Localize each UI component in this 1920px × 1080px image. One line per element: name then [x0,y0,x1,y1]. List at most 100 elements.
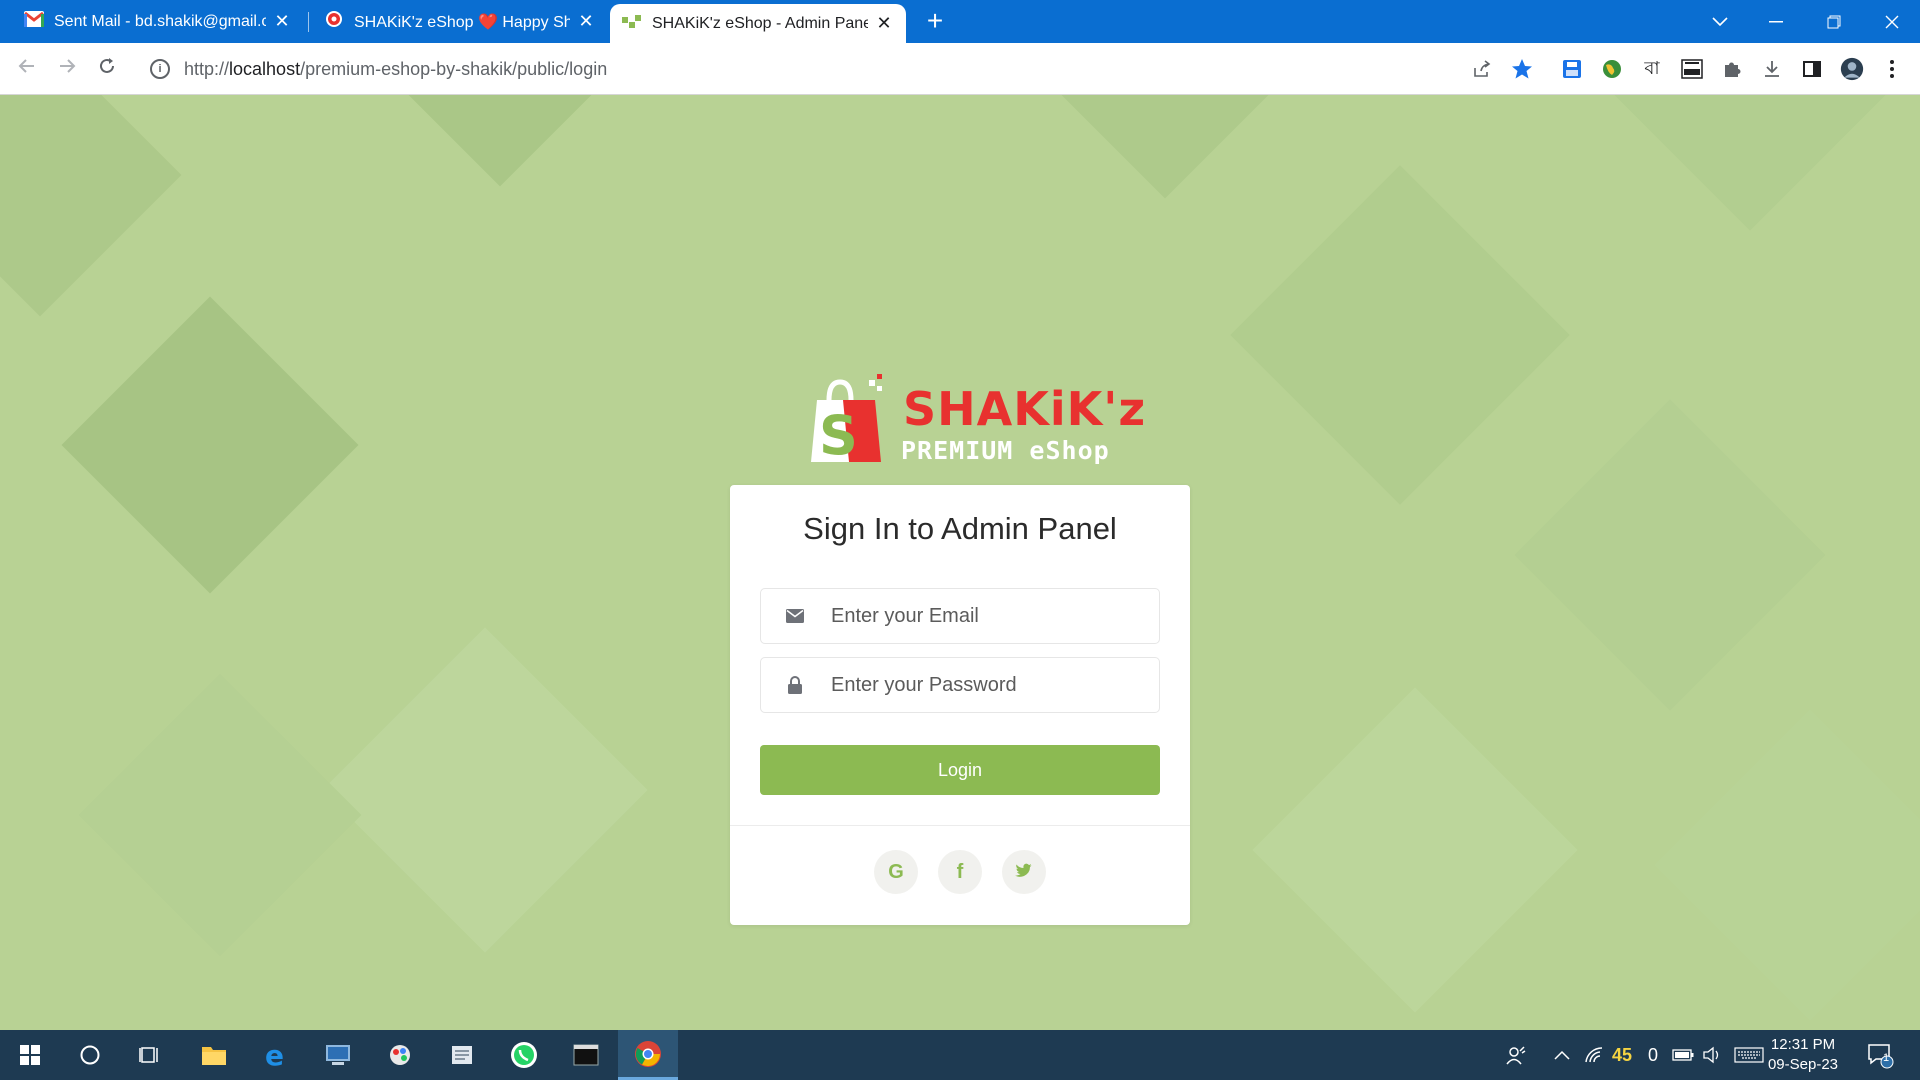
windows-taskbar: e 45 0 12:31 PM 09-Sep-23 1 [0,1030,1920,1080]
computer-icon [326,1045,350,1065]
background-pattern [358,95,642,187]
facebook-login-button[interactable]: f [938,850,982,894]
browser-toolbar: i http://localhost/premium-eshop-by-shak… [0,43,1920,95]
tab-eshop-home[interactable]: SHAKiK'z eShop ❤️ Happy Shopping ✕ [312,0,608,43]
new-tab-button[interactable]: + [920,6,950,36]
tab-admin-panel[interactable]: SHAKiK'z eShop - Admin Panel ✕ [610,4,906,43]
tab-sent-mail[interactable]: Sent Mail - bd.shakik@gmail.com ✕ [12,0,304,43]
share-icon[interactable] [1470,57,1494,81]
side-panel-icon[interactable] [1800,57,1824,81]
arrow-right-icon [60,59,76,73]
chrome-button[interactable] [618,1030,678,1080]
logo-brand-text: SHAKiK'z [903,382,1147,436]
login-card: Sign In to Admin Panel Login G f [730,485,1190,925]
chevron-up-icon[interactable] [1554,1030,1570,1080]
globe-extension-icon[interactable] [1600,57,1624,81]
paint-icon [390,1045,410,1065]
background-pattern [0,95,182,317]
windows-icon [20,1045,40,1065]
download-icon[interactable] [1760,57,1784,81]
email-field[interactable] [760,588,1160,644]
puzzle-icon[interactable] [1720,57,1744,81]
minimize-button[interactable] [1748,0,1804,43]
terminal-button[interactable] [556,1030,616,1080]
search-button[interactable] [60,1030,120,1080]
page-title: Sign In to Admin Panel [803,511,1117,546]
close-window-button[interactable] [1864,0,1920,43]
background-pattern [1654,709,1920,1021]
forward-button[interactable] [54,56,80,82]
tray-counter-white[interactable]: 0 [1648,1030,1658,1080]
gmail-icon [24,11,44,32]
app-button-notes[interactable] [432,1030,492,1080]
google-icon: G [888,860,904,883]
password-field[interactable] [760,657,1160,713]
divider [730,825,1190,826]
password-input[interactable] [829,672,1133,698]
start-button[interactable] [0,1030,60,1080]
logo-tagline: PREMIUM eShop [901,436,1110,465]
envelope-icon [785,609,805,623]
google-login-button[interactable]: G [874,850,918,894]
address-bar[interactable]: i http://localhost/premium-eshop-by-shak… [138,51,1518,87]
bangla-extension-icon[interactable]: বা [1640,57,1664,81]
close-icon[interactable]: ✕ [874,13,894,34]
gear-icon [324,9,344,34]
brand-logo: S SHAKiK'z PREMIUM eShop [805,370,1145,470]
tab-title: Sent Mail - bd.shakik@gmail.com [54,12,266,30]
reload-icon [100,58,114,73]
background-pattern [1594,95,1906,231]
circle-search-icon [80,1045,100,1065]
chrome-icon [635,1040,661,1067]
tab-title: SHAKiK'z eShop - Admin Panel [652,14,868,32]
background-pattern [78,673,362,957]
background-pattern [322,627,648,953]
menu-icon[interactable] [1880,57,1904,81]
login-page: S SHAKiK'z PREMIUM eShop Sign In to Admi… [0,95,1920,1030]
background-pattern [1016,95,1314,199]
info-icon[interactable]: i [150,59,170,79]
battery-icon[interactable] [1672,1030,1694,1080]
wifi-icon[interactable] [1584,1030,1604,1080]
close-icon[interactable]: ✕ [272,11,292,32]
lock-icon [785,676,805,694]
background-pattern [1514,399,1826,711]
reload-button[interactable] [94,56,120,82]
svg-text:S: S [819,404,858,467]
app-button-paint[interactable] [370,1030,430,1080]
whatsapp-icon [511,1042,537,1068]
system-clock[interactable]: 12:31 PM 09-Sep-23 [1758,1035,1848,1075]
svg-text:e: e [265,1042,284,1068]
tray-counter-yellow[interactable]: 45 [1612,1030,1632,1080]
file-explorer-button[interactable] [184,1030,244,1080]
background-pattern [61,296,359,594]
tab-title: SHAKiK'z eShop ❤️ Happy Shopping [354,13,570,31]
tab-search-button[interactable] [1692,0,1748,43]
news-extension-icon[interactable] [1680,57,1704,81]
app-button-computer[interactable] [308,1030,368,1080]
url-text[interactable]: http://localhost/premium-eshop-by-shakik… [184,59,607,80]
terminal-icon [573,1044,599,1066]
restore-button[interactable] [1806,0,1862,43]
people-icon[interactable] [1506,1030,1526,1080]
notes-icon [452,1046,472,1064]
profile-avatar[interactable] [1840,57,1864,81]
login-button[interactable]: Login [760,745,1160,795]
back-button[interactable] [14,56,40,82]
browser-tab-bar: Sent Mail - bd.shakik@gmail.com ✕ SHAKiK… [0,0,1920,43]
save-extension-icon[interactable] [1560,57,1584,81]
notification-count: 1 [1883,1052,1890,1064]
volume-icon[interactable] [1702,1030,1722,1080]
arrow-left-icon [18,59,34,73]
edge-icon: e [265,1042,284,1068]
twitter-login-button[interactable] [1002,850,1046,894]
bookmark-star-icon[interactable] [1510,57,1534,81]
whatsapp-button[interactable] [494,1030,554,1080]
background-pattern [1230,165,1570,505]
notification-center-icon[interactable]: 1 [1866,1030,1894,1080]
task-view-icon [139,1047,158,1063]
edge-button[interactable]: e [246,1030,306,1080]
task-view-button[interactable] [120,1030,180,1080]
email-input[interactable] [829,603,1133,629]
close-icon[interactable]: ✕ [576,11,596,32]
